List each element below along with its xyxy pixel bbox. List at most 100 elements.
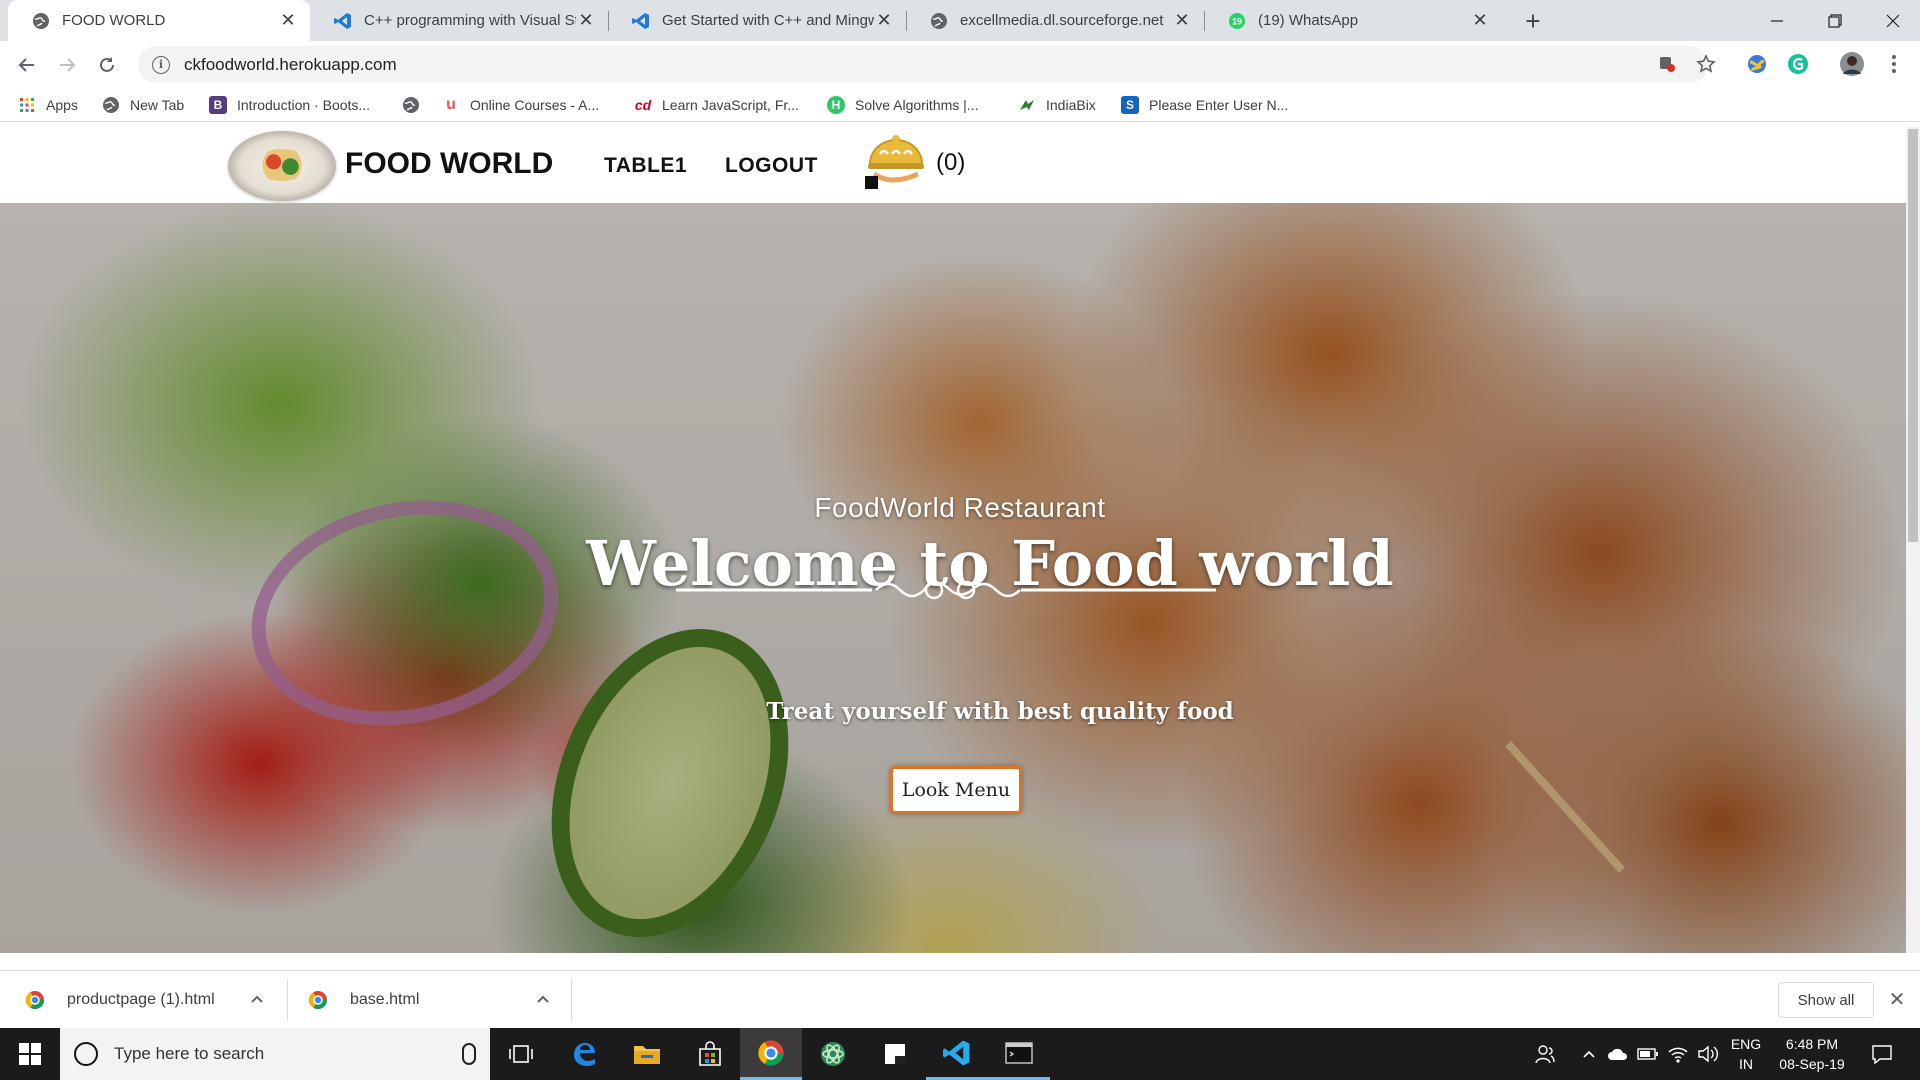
file-explorer-button[interactable]: [616, 1028, 678, 1080]
bookmark-globe[interactable]: [402, 94, 430, 116]
apps-grid-icon: [18, 96, 36, 114]
close-tab-icon[interactable]: ✕: [1172, 10, 1192, 31]
close-tab-icon[interactable]: ✕: [278, 10, 298, 31]
chevron-up-icon[interactable]: [536, 991, 550, 1009]
region-code: IN: [1739, 1056, 1753, 1072]
bookmark-label: Please Enter User N...: [1149, 97, 1289, 113]
close-window-button[interactable]: [1864, 0, 1920, 41]
bookmark-udemy[interactable]: u Online Courses - A...: [442, 94, 599, 116]
download-filename: base.html: [350, 991, 420, 1008]
clock[interactable]: 6:48 PM 08-Sep-19: [1770, 1034, 1854, 1074]
hero-section: FoodWorld Restaurant Welcome to Food wor…: [0, 203, 1906, 953]
windows-icon: [19, 1043, 41, 1065]
tab-food-world[interactable]: FOOD WORLD ✕: [8, 0, 310, 41]
edge-taskbar-button[interactable]: [553, 1028, 615, 1080]
language-indicator[interactable]: ENG IN: [1726, 1034, 1766, 1074]
bookmark-hackerrank[interactable]: H Solve Algorithms |...: [827, 94, 978, 116]
extension-globe-icon[interactable]: [1745, 52, 1769, 76]
download-divider: [287, 979, 288, 1021]
new-tab-button[interactable]: +: [1518, 6, 1548, 36]
tab-cpp-visual-studio[interactable]: C++ programming with Visual St ✕: [310, 0, 608, 41]
restore-button[interactable]: [1806, 0, 1864, 41]
bookmark-apps[interactable]: Apps: [18, 94, 78, 116]
chevron-up-icon[interactable]: [250, 991, 264, 1009]
food-cart-icon[interactable]: [864, 132, 930, 190]
atom-icon: [821, 1042, 845, 1066]
globe-icon: [930, 12, 948, 30]
tab-strip: FOOD WORLD ✕ C++ programming with Visual…: [0, 0, 1920, 41]
download-bar: productpage (1).html base.html Show all …: [0, 970, 1920, 1028]
scrollbar-thumb[interactable]: [1908, 129, 1918, 542]
info-icon[interactable]: i: [152, 55, 170, 74]
tab-title: excellmedia.dl.sourceforge.net: [960, 12, 1164, 29]
nav-logout-link[interactable]: LOGOUT: [725, 154, 818, 178]
close-tab-icon[interactable]: ✕: [1470, 10, 1490, 31]
battery-icon[interactable]: [1634, 1028, 1662, 1080]
tab-cpp-mingw[interactable]: Get Started with C++ and Mingw ✕: [608, 0, 906, 41]
tab-title: FOOD WORLD: [62, 12, 166, 29]
bookmark-codecademy[interactable]: cd Learn JavaScript, Fr...: [634, 94, 799, 116]
tab-title: Get Started with C++ and Mingw: [662, 12, 874, 29]
avatar[interactable]: [1838, 50, 1866, 78]
vscode-taskbar-button[interactable]: [926, 1028, 988, 1080]
look-menu-button[interactable]: Look Menu: [890, 766, 1022, 814]
download-divider: [571, 979, 572, 1021]
tab-whatsapp[interactable]: 19 (19) WhatsApp ✕: [1204, 0, 1502, 41]
sticky-notes-button[interactable]: [864, 1028, 926, 1080]
download-item[interactable]: base.html: [308, 971, 563, 1029]
star-icon[interactable]: [1694, 52, 1718, 76]
address-bar[interactable]: i ckfoodworld.herokuapp.com: [138, 46, 1708, 83]
site-brand[interactable]: FOOD WORLD: [345, 147, 553, 181]
wifi-icon[interactable]: [1664, 1028, 1692, 1080]
cart-count[interactable]: (0): [936, 149, 965, 177]
nav-table-link[interactable]: TABLE1: [604, 154, 687, 178]
more-menu-icon[interactable]: [1882, 52, 1906, 76]
download-item[interactable]: productpage (1).html: [25, 971, 280, 1029]
site-logo[interactable]: [228, 131, 336, 201]
people-icon[interactable]: [1530, 1028, 1560, 1080]
close-icon[interactable]: ✕: [1885, 987, 1909, 1011]
url-text: ckfoodworld.herokuapp.com: [184, 54, 397, 74]
bookmark-label: Introduction · Boots...: [237, 97, 371, 113]
chevron-up-icon[interactable]: [1578, 1028, 1600, 1080]
back-button[interactable]: [11, 49, 43, 81]
notification-center-icon[interactable]: [1862, 1028, 1902, 1080]
bookmark-user-login[interactable]: S Please Enter User N...: [1121, 94, 1288, 116]
windows-start-button[interactable]: [0, 1028, 60, 1080]
taskbar-search-input[interactable]: Type here to search: [60, 1028, 490, 1080]
bookmark-label: Learn JavaScript, Fr...: [662, 97, 799, 113]
chrome-taskbar-button[interactable]: [740, 1028, 802, 1080]
terminal-icon: [1005, 1041, 1033, 1064]
screen: FOOD WORLD ✕ C++ programming with Visual…: [0, 0, 1920, 1080]
taskbar: Type here to search ENG IN 6:48 PM 08-Se…: [0, 1028, 1920, 1080]
bookmark-label: IndiaBix: [1046, 97, 1096, 113]
globe-icon: [402, 96, 420, 114]
grammarly-icon[interactable]: [1786, 52, 1810, 76]
bookmark-bootstrap[interactable]: B Introduction · Boots...: [209, 94, 370, 116]
forward-button[interactable]: [51, 49, 83, 81]
minimize-button[interactable]: [1748, 0, 1806, 41]
bookmark-new-tab[interactable]: New Tab: [102, 94, 184, 116]
hero-subtitle: FoodWorld Restaurant: [814, 492, 1106, 523]
store-button[interactable]: [679, 1028, 741, 1080]
close-tab-icon[interactable]: ✕: [874, 10, 894, 31]
shield-blocked-icon[interactable]: [1655, 52, 1679, 76]
terminal-taskbar-button[interactable]: [988, 1028, 1050, 1080]
show-all-button[interactable]: Show all: [1778, 982, 1874, 1018]
volume-icon[interactable]: [1694, 1028, 1722, 1080]
tab-sourceforge[interactable]: excellmedia.dl.sourceforge.net ✕: [906, 0, 1204, 41]
bookmark-indiabix[interactable]: IndiaBix: [1018, 94, 1096, 116]
reload-button[interactable]: [91, 49, 123, 81]
whatsapp-icon: 19: [1228, 12, 1246, 30]
task-view-button[interactable]: [490, 1028, 552, 1080]
close-tab-icon[interactable]: ✕: [576, 10, 596, 31]
vscode-icon: [632, 12, 650, 30]
udemy-icon: u: [446, 96, 456, 113]
bootstrap-icon: B: [209, 96, 227, 114]
app-taskbar-button[interactable]: [802, 1028, 864, 1080]
svg-text:19: 19: [1232, 16, 1242, 26]
onedrive-cloud-icon[interactable]: [1604, 1028, 1632, 1080]
page-scrollbar[interactable]: [1906, 127, 1920, 953]
microphone-icon[interactable]: [462, 1043, 476, 1065]
tab-title: (19) WhatsApp: [1258, 12, 1359, 29]
